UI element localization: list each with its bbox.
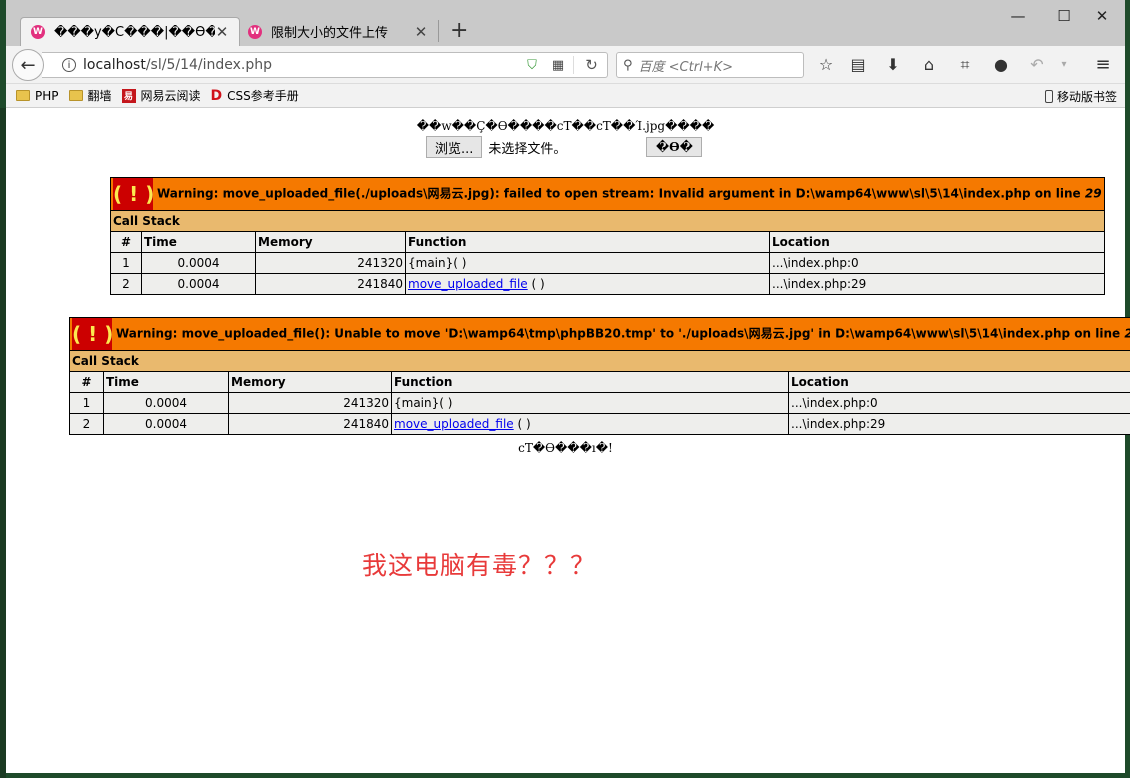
table-row: 1 0.0004 241320 {main}( ) ...\index.php:… xyxy=(69,392,1130,414)
phone-icon xyxy=(1044,90,1053,103)
col-function: Function xyxy=(391,371,789,393)
col-time: Time xyxy=(103,371,229,393)
bookmark-php[interactable]: PHP xyxy=(16,89,59,103)
xdebug-error-table: ( ! ) Warning: move_uploaded_file(): Unab… xyxy=(68,317,1130,435)
new-tab-icon[interactable]: + xyxy=(450,19,468,43)
function-cell: move_uploaded_file ( ) xyxy=(405,273,770,295)
tab-divider xyxy=(438,20,439,42)
css-manual-logo-icon: D xyxy=(210,87,223,104)
call-stack-label: Call Stack xyxy=(68,350,1130,372)
folder-icon xyxy=(16,90,30,101)
minimize-icon[interactable]: — xyxy=(995,4,1041,28)
bookmark-star-icon[interactable]: ☆ xyxy=(814,55,838,75)
function-doc-link[interactable]: move_uploaded_file xyxy=(408,277,528,291)
col-time: Time xyxy=(141,231,256,253)
table-row: 1 0.0004 241320 {main}( ) ...\index.php:… xyxy=(110,252,1105,274)
warning-icon: ( ! ) xyxy=(113,178,154,210)
col-location: Location xyxy=(769,231,1105,253)
dropdown-icon[interactable]: ▾ xyxy=(1052,55,1076,75)
search-placeholder: 百度 <Ctrl+K> xyxy=(638,59,733,75)
home-icon[interactable]: ⌂ xyxy=(917,55,941,75)
chat-icon[interactable]: ● xyxy=(989,55,1013,75)
tab-title: ���y�C���|��Ɵ� xyxy=(54,24,215,40)
function-cell: move_uploaded_file ( ) xyxy=(391,413,789,435)
undo-icon[interactable]: ↶ xyxy=(1025,55,1049,75)
close-tab-icon[interactable]: ✕ xyxy=(414,23,428,41)
reading-list-icon[interactable]: ▤ xyxy=(846,55,870,75)
call-stack-label: Call Stack xyxy=(110,210,1105,232)
error-header-row: ( ! ) Warning: move_uploaded_file(): Unab… xyxy=(68,317,1130,351)
search-input[interactable]: ⚲ 百度 <Ctrl+K> xyxy=(616,52,804,78)
search-icon: ⚲ xyxy=(623,57,633,73)
error-header-row: ( ! ) Warning: move_uploaded_file(./uploa… xyxy=(110,177,1105,211)
bookmark-css-manual[interactable]: D CSS参考手册 xyxy=(211,87,299,104)
function-doc-link[interactable]: move_uploaded_file xyxy=(394,417,514,431)
submit-button[interactable]: �Ɵ� xyxy=(646,137,703,157)
column-header-row: # Time Memory Function Location xyxy=(69,371,1130,393)
xdebug-error-table: ( ! ) Warning: move_uploaded_file(./uploa… xyxy=(110,177,1105,295)
col-number: # xyxy=(69,371,104,393)
qr-code-icon[interactable]: ▦ xyxy=(547,58,569,73)
browser-window: W ���y�C���|��Ɵ� ✕ W 限制大小的文件上传 ✕ + — ☐ ✕… xyxy=(6,0,1130,773)
error-message: ( ! ) Warning: move_uploaded_file(): Unab… xyxy=(68,317,1130,351)
col-memory: Memory xyxy=(255,231,406,253)
menu-icon[interactable]: ≡ xyxy=(1091,55,1115,75)
wamp-favicon-icon: W xyxy=(31,25,45,39)
bookmark-163-reader[interactable]: 易网易云阅读 xyxy=(121,87,201,104)
col-number: # xyxy=(110,231,142,253)
bookmark-fanqiang[interactable]: 翻墙 xyxy=(68,87,112,104)
back-arrow-icon: ← xyxy=(20,54,36,76)
download-icon[interactable]: ⬇ xyxy=(881,55,905,75)
tab-active[interactable]: W ���y�C���|��Ɵ� ✕ xyxy=(20,17,240,46)
status-message: cT�Ɵ���ı�! xyxy=(518,441,613,455)
page-content: ��w��Ç�Ɵ����cT��cT��Ί.jpg���� 浏览... 未选择文… xyxy=(6,109,1130,773)
close-window-icon[interactable]: ✕ xyxy=(1079,4,1125,28)
wamp-favicon-icon: W xyxy=(248,24,262,39)
tab-bar: W ���y�C���|��Ɵ� ✕ W 限制大小的文件上传 ✕ + — ☐ ✕ xyxy=(6,0,1125,46)
folder-icon xyxy=(68,90,83,101)
table-row: 2 0.0004 241840 move_uploaded_file ( ) .… xyxy=(69,413,1130,435)
bookmarks-bar: PHP 翻墙 易网易云阅读 D CSS参考手册 移动版书签 xyxy=(6,84,1125,108)
column-header-row: # Time Memory Function Location xyxy=(110,231,1105,253)
no-file-label: 未选择文件。 xyxy=(488,141,567,157)
mobile-bookmarks[interactable]: 移动版书签 xyxy=(1044,88,1117,105)
url-text[interactable]: localhost/sl/5/14/index.php xyxy=(83,57,521,73)
upload-form: 浏览... 未选择文件。 �Ɵ� xyxy=(426,136,703,158)
col-location: Location xyxy=(787,371,1130,393)
back-button[interactable]: ← xyxy=(12,49,44,81)
error-message: ( ! ) Warning: move_uploaded_file(./uploa… xyxy=(110,177,1105,211)
reload-icon[interactable]: ↻ xyxy=(573,56,603,74)
table-row: 2 0.0004 241840 move_uploaded_file ( ) .… xyxy=(110,273,1105,295)
tab-title: 限制大小的文件上传 xyxy=(271,26,389,41)
netease-logo-icon: 易 xyxy=(121,88,136,103)
screenshot-icon[interactable]: ⌗ xyxy=(953,55,977,75)
tab-inactive[interactable]: W 限制大小的文件上传 ✕ xyxy=(238,17,438,46)
close-tab-icon[interactable]: ✕ xyxy=(215,23,229,41)
upload-heading: ��w��Ç�Ɵ����cT��cT��Ί.jpg���� xyxy=(416,119,715,133)
user-annotation: 我这电脑有毒？？？ xyxy=(362,551,597,580)
col-memory: Memory xyxy=(228,371,392,393)
navigation-toolbar: i localhost/sl/5/14/index.php ⛉ ▦ ↻ ← ⚲ … xyxy=(6,46,1125,84)
shield-icon[interactable]: ⛉ xyxy=(521,58,543,73)
url-bar[interactable]: i localhost/sl/5/14/index.php ⛉ ▦ ↻ xyxy=(42,52,608,78)
col-function: Function xyxy=(405,231,770,253)
info-icon[interactable]: i xyxy=(62,58,76,72)
warning-icon: ( ! ) xyxy=(72,318,113,350)
browse-button[interactable]: 浏览... xyxy=(426,136,483,158)
